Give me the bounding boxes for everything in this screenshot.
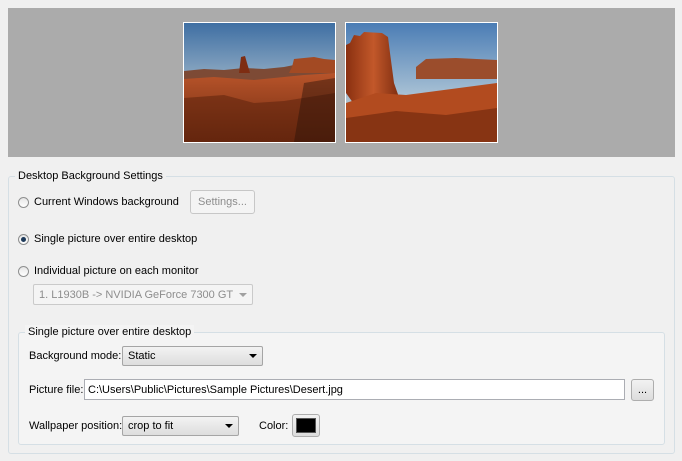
browse-button[interactable]: ... — [631, 379, 654, 401]
individual-picture-radio[interactable] — [18, 265, 29, 277]
single-picture-radio[interactable] — [18, 233, 29, 245]
chevron-down-icon — [249, 354, 257, 358]
current-windows-background-radio[interactable] — [18, 196, 29, 208]
monitor-select-value: 1. L1930B -> NVIDIA GeForce 7300 GT — [39, 288, 234, 301]
wallpaper-position-label: Wallpaper position: — [29, 420, 123, 432]
settings-button[interactable]: Settings... — [190, 190, 255, 214]
color-label: Color: — [259, 420, 289, 432]
individual-picture-option[interactable]: Individual picture on each monitor — [18, 265, 198, 277]
chevron-down-icon — [239, 292, 247, 297]
single-picture-label: Single picture over entire desktop — [34, 233, 198, 245]
single-group-title: Single picture over entire desktop — [25, 325, 195, 339]
current-windows-background-label: Current Windows background — [34, 196, 179, 208]
single-picture-option[interactable]: Single picture over entire desktop — [18, 233, 197, 245]
monitor-select[interactable]: 1. L1930B -> NVIDIA GeForce 7300 GT — [33, 284, 253, 305]
color-picker-button[interactable] — [292, 414, 320, 437]
group-title: Desktop Background Settings — [15, 169, 166, 183]
wallpaper-position-value: crop to fit — [128, 420, 174, 432]
picture-file-value: C:\Users\Public\Pictures\Sample Pictures… — [88, 383, 343, 396]
background-mode-label: Background mode: — [29, 350, 122, 362]
current-windows-background-option[interactable]: Current Windows background — [18, 196, 179, 208]
desert-landscape-image — [184, 23, 335, 142]
picture-file-label: Picture file: — [29, 384, 84, 396]
monitor-2-thumbnail[interactable] — [345, 22, 498, 143]
monitor-1-thumbnail[interactable] — [183, 22, 336, 143]
monitor-preview-area — [8, 8, 675, 157]
individual-picture-label: Individual picture on each monitor — [34, 265, 199, 277]
chevron-down-icon — [225, 424, 233, 428]
desert-butte-image — [346, 23, 497, 142]
color-swatch — [296, 418, 316, 433]
background-mode-value: Static — [128, 350, 156, 362]
picture-file-input[interactable]: C:\Users\Public\Pictures\Sample Pictures… — [84, 379, 625, 400]
background-mode-select[interactable]: Static — [122, 346, 263, 366]
wallpaper-position-select[interactable]: crop to fit — [122, 416, 239, 436]
